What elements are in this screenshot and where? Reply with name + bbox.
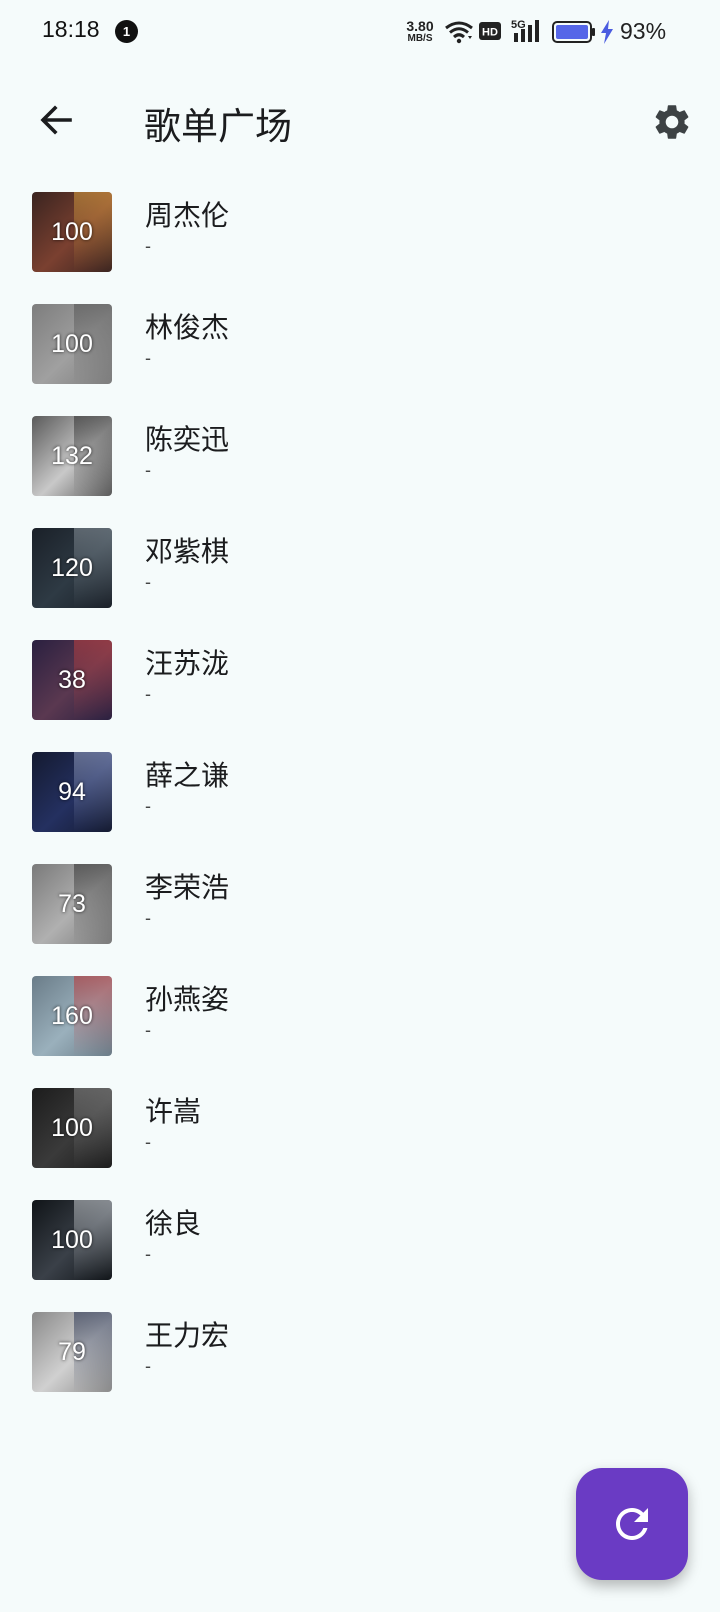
playlist-cover: 100 [32, 192, 112, 272]
song-count: 100 [51, 330, 93, 358]
playlist-subtitle: - [145, 796, 151, 816]
playlist-subtitle: - [145, 908, 151, 928]
song-count: 100 [51, 1226, 93, 1254]
playlist-subtitle: - [145, 1132, 151, 1152]
playlist-row[interactable]: 79 王力宏 - [0, 1300, 720, 1412]
refresh-fab[interactable] [576, 1468, 688, 1580]
playlist-cover: 160 [32, 976, 112, 1056]
playlist-cover: 120 [32, 528, 112, 608]
playlist-subtitle: - [145, 236, 151, 256]
playlist-row[interactable]: 100 徐良 - [0, 1188, 720, 1300]
settings-button[interactable] [646, 96, 698, 148]
song-count: 100 [51, 1114, 93, 1142]
playlist-row[interactable]: 160 孙燕姿 - [0, 964, 720, 1076]
refresh-icon [616, 1508, 648, 1540]
playlist-row[interactable]: 100 许嵩 - [0, 1076, 720, 1188]
playlist-title: 陈奕迅 [145, 423, 230, 456]
playlist-title: 李荣浩 [145, 871, 230, 904]
playlist-row[interactable]: 38 汪苏泷 - [0, 628, 720, 740]
network-speed-value: 3.80 [406, 18, 434, 34]
notification-badge: 1 [115, 20, 138, 43]
app-bar: 歌单广场 [0, 64, 720, 176]
page-title: 歌单广场 [144, 105, 292, 148]
playlist-subtitle: - [145, 684, 151, 704]
playlist-subtitle: - [145, 348, 151, 368]
status-bar: 18:18 1 3.80 MB/S HD 5G 93% [0, 0, 720, 64]
playlist-cover: 100 [32, 1088, 112, 1168]
status-time: 18:18 [42, 16, 100, 42]
playlist-subtitle: - [145, 1356, 151, 1376]
playlist-cover: 73 [32, 864, 112, 944]
back-button[interactable] [30, 94, 82, 146]
song-count: 79 [58, 1338, 86, 1366]
playlist-cover: 94 [32, 752, 112, 832]
playlist-cover: 79 [32, 1312, 112, 1392]
playlist-subtitle: - [145, 572, 151, 592]
song-count: 100 [51, 218, 93, 246]
wifi-icon [444, 20, 474, 48]
playlist-title: 薛之谦 [145, 759, 230, 792]
playlist-cover: 100 [32, 304, 112, 384]
playlist-title: 周杰伦 [145, 199, 230, 232]
song-count: 94 [58, 778, 86, 806]
song-count: 73 [58, 890, 86, 918]
battery-icon [552, 21, 596, 47]
signal-5g-icon: 5G [511, 18, 543, 48]
playlist-cover: 100 [32, 1200, 112, 1280]
playlist-title: 林俊杰 [145, 311, 230, 344]
playlist-subtitle: - [145, 1020, 151, 1040]
playlist-row[interactable]: 73 李荣浩 - [0, 852, 720, 964]
playlist-title: 许嵩 [145, 1095, 202, 1128]
gear-icon [655, 105, 689, 139]
song-count: 38 [58, 666, 86, 694]
playlist-subtitle: - [145, 1244, 151, 1264]
playlist-cover: 38 [32, 640, 112, 720]
playlist-cover: 132 [32, 416, 112, 496]
charging-bolt-icon [600, 20, 614, 48]
playlist-title: 汪苏泷 [145, 647, 230, 680]
playlist-row[interactable]: 100 林俊杰 - [0, 292, 720, 404]
playlist-row[interactable]: 120 邓紫棋 - [0, 516, 720, 628]
playlist-title: 王力宏 [145, 1319, 230, 1352]
song-count: 132 [51, 442, 93, 470]
playlist-list: 100 周杰伦 - 100 林俊杰 - 132 陈奕迅 - 120 邓紫棋 - 38 汪苏泷 - 94 薛之谦 -… [0, 180, 720, 1412]
playlist-row[interactable]: 100 周杰伦 - [0, 180, 720, 292]
hd-label: HD [482, 27, 498, 39]
playlist-subtitle: - [145, 460, 151, 480]
playlist-title: 徐良 [145, 1207, 202, 1240]
playlist-title: 邓紫棋 [145, 535, 230, 568]
song-count: 160 [51, 1002, 93, 1030]
network-speed: 3.80 MB/S [402, 19, 438, 44]
screen: 18:18 1 3.80 MB/S HD 5G 93% 歌单广场 100 周杰伦… [0, 0, 720, 1612]
arrow-back-icon [40, 105, 72, 135]
playlist-row[interactable]: 94 薛之谦 - [0, 740, 720, 852]
playlist-row[interactable]: 132 陈奕迅 - [0, 404, 720, 516]
hd-icon: HD [479, 22, 501, 44]
network-speed-unit: MB/S [407, 33, 433, 44]
battery-percent: 93% [620, 18, 667, 44]
song-count: 120 [51, 554, 93, 582]
playlist-title: 孙燕姿 [145, 983, 230, 1016]
